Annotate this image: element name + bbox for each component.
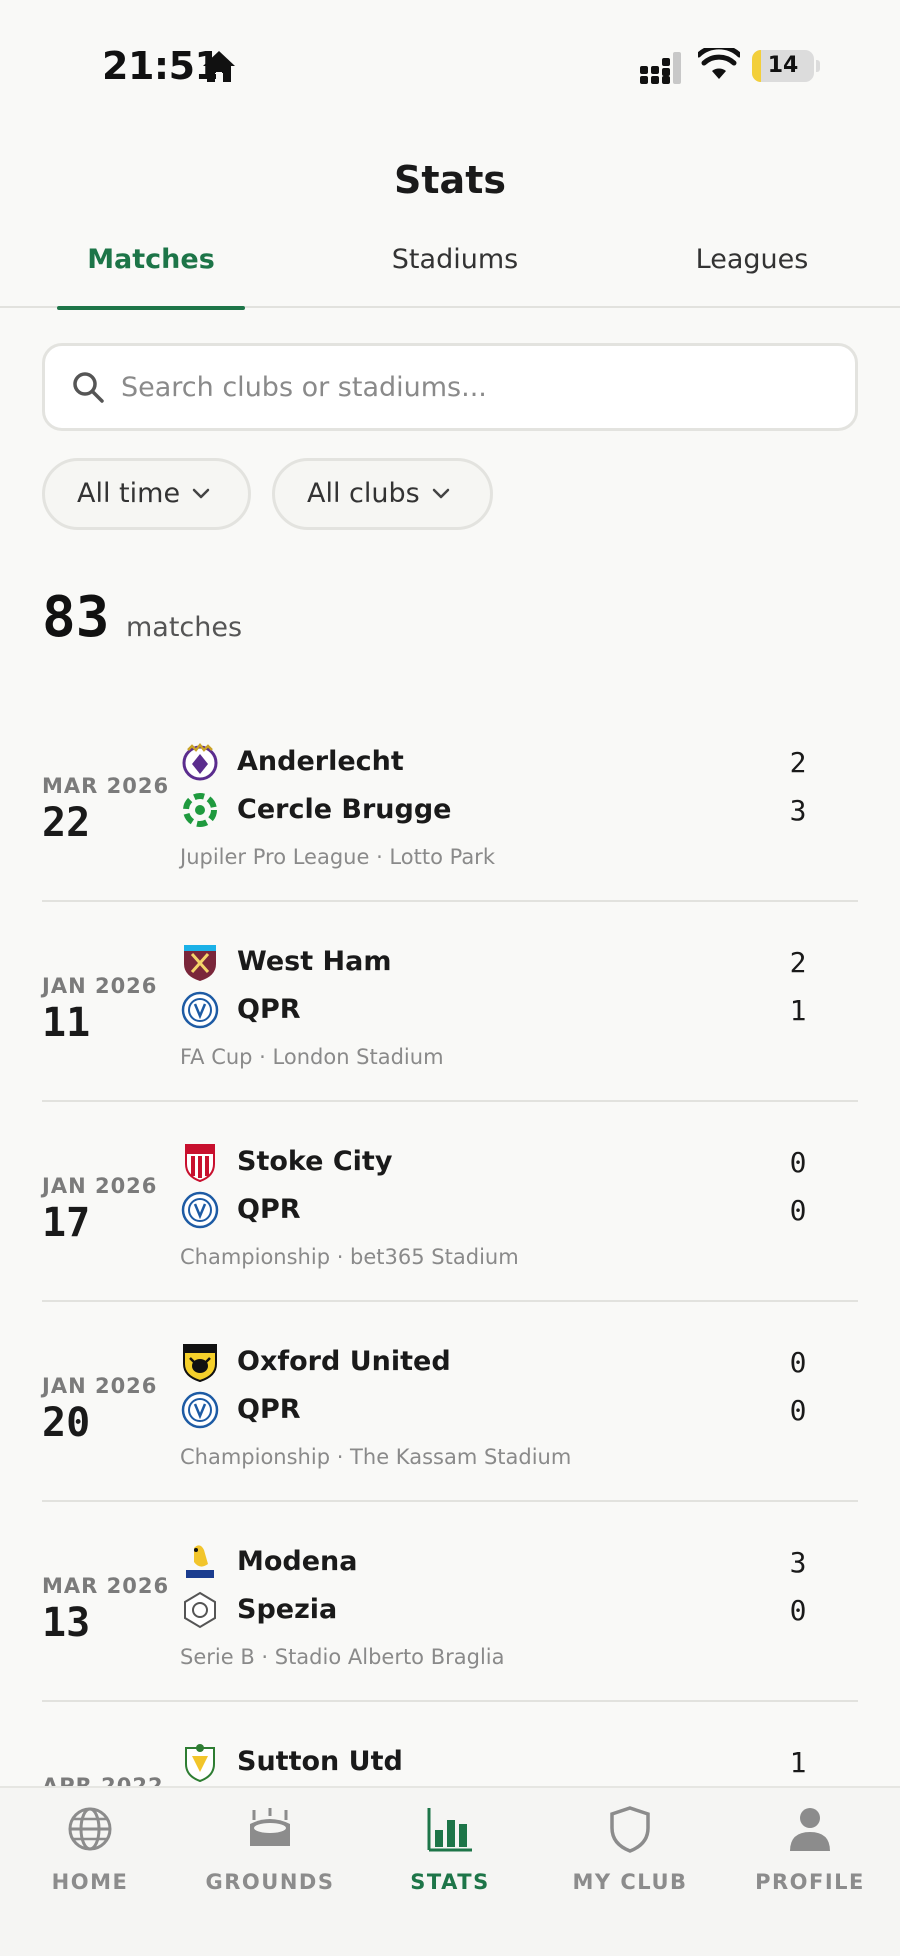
home-icon: [203, 51, 235, 82]
search-box: [42, 343, 858, 431]
match-meta: FA Cup · London Stadium: [180, 1045, 444, 1069]
chevron-down-icon: [432, 488, 450, 499]
match-row[interactable]: JAN 2026 11 West Ham QPR 2 1 FA Cup · Lo…: [42, 902, 858, 1102]
page-title: Stats: [394, 158, 506, 202]
home-team: West Ham: [237, 946, 392, 977]
stadium-icon: [250, 1808, 290, 1846]
time-filter-dropdown[interactable]: All time: [42, 458, 251, 530]
bar-chart-icon: [427, 1808, 472, 1852]
home-team: Sutton Utd: [237, 1746, 403, 1777]
match-count-label: matches: [126, 612, 243, 643]
away-team: QPR: [237, 994, 301, 1025]
home-score: 2: [789, 746, 807, 779]
nav-home-label: HOME: [51, 1870, 129, 1894]
stoke-city-crest-icon: [185, 1144, 215, 1182]
away-score: 0: [789, 1394, 807, 1427]
nav-my-club[interactable]: MY CLUB: [540, 1788, 720, 1918]
away-score: 1: [789, 994, 807, 1027]
away-team: QPR: [237, 1194, 301, 1225]
clubs-filter-label: All clubs: [307, 478, 420, 509]
match-row[interactable]: JAN 2026 20 Oxford United QPR 0 0 Champi…: [42, 1302, 858, 1502]
away-score: 0: [789, 1594, 807, 1627]
match-row[interactable]: JAN 2026 17 Stoke City QPR 0 0 Champions…: [42, 1102, 858, 1302]
anderlecht-crest-icon: [182, 742, 218, 781]
cercle-brugge-crest-icon: [183, 793, 217, 827]
battery-level: 14: [767, 53, 799, 78]
chevron-down-icon: [192, 488, 210, 499]
tab-stadiums[interactable]: Stadiums: [360, 240, 550, 308]
nav-my-club-label: MY CLUB: [572, 1870, 688, 1894]
globe-icon: [68, 1807, 112, 1851]
away-team: QPR: [237, 1394, 301, 1425]
home-score: 0: [789, 1146, 807, 1179]
match-row[interactable]: MAR 2026 22 Anderlecht Cercle Brugge 2 3…: [42, 702, 858, 902]
match-meta: Jupiler Pro League · Lotto Park: [180, 845, 495, 869]
tab-matches[interactable]: Matches: [57, 240, 245, 310]
tab-bar: Matches Stadiums Leagues: [0, 240, 900, 310]
home-score: 1: [789, 1746, 807, 1779]
wifi-icon: [698, 48, 740, 79]
search-icon: [73, 372, 104, 403]
away-team: Cercle Brugge: [237, 794, 452, 825]
oxford-united-crest-icon: [183, 1344, 217, 1382]
away-score: 0: [789, 1194, 807, 1227]
nav-grounds-label: GROUNDS: [205, 1870, 335, 1894]
match-meta: Championship · bet365 Stadium: [180, 1245, 519, 1269]
away-score: 3: [789, 794, 807, 827]
match-day: 22: [42, 800, 91, 846]
match-month: JAN 2026: [42, 974, 158, 998]
home-team: Anderlecht: [237, 746, 404, 777]
home-team: Stoke City: [237, 1146, 393, 1177]
battery-indicator: 14: [752, 50, 820, 82]
west-ham-crest-icon: [184, 945, 216, 981]
qpr-crest-icon: [181, 1391, 219, 1429]
home-score: 0: [789, 1346, 807, 1379]
person-icon: [790, 1808, 830, 1851]
nav-profile[interactable]: PROFILE: [720, 1788, 900, 1918]
modena-crest-icon: [186, 1545, 214, 1578]
match-month: JAN 2026: [42, 1174, 158, 1198]
match-month: MAR 2026: [42, 1574, 170, 1598]
sutton-utd-crest-icon: [185, 1744, 215, 1782]
nav-stats-label: STATS: [410, 1870, 490, 1894]
home-team: Oxford United: [237, 1346, 451, 1377]
match-day: 11: [42, 1000, 91, 1046]
match-day: 13: [42, 1600, 91, 1646]
nav-stats[interactable]: STATS: [360, 1788, 540, 1918]
away-team: Spezia: [237, 1594, 338, 1625]
home-score: 3: [789, 1546, 807, 1579]
qpr-crest-icon: [181, 991, 219, 1029]
match-meta: Serie B · Stadio Alberto Braglia: [180, 1645, 505, 1669]
home-team: Modena: [237, 1546, 358, 1577]
bottom-nav: HOME GROUNDS STATS MY CLUB PROFILE: [0, 1786, 900, 1956]
match-row[interactable]: MAR 2026 13 Modena Spezia 3 0 Serie B · …: [42, 1502, 858, 1702]
cellular-signal-icon: [640, 52, 681, 84]
match-meta: Championship · The Kassam Stadium: [180, 1445, 572, 1469]
shield-icon: [610, 1806, 650, 1853]
match-day: 17: [42, 1200, 91, 1246]
nav-profile-label: PROFILE: [755, 1870, 865, 1894]
match-day: 20: [42, 1400, 91, 1446]
match-month: MAR 2026: [42, 774, 170, 798]
nav-grounds[interactable]: GROUNDS: [180, 1788, 360, 1918]
status-bar: 21:51 14: [0, 0, 900, 130]
match-month: JAN 2026: [42, 1374, 158, 1398]
home-score: 2: [789, 946, 807, 979]
clubs-filter-dropdown[interactable]: All clubs: [272, 458, 493, 530]
tab-leagues[interactable]: Leagues: [672, 240, 832, 308]
search-input[interactable]: [121, 346, 841, 428]
nav-home[interactable]: HOME: [0, 1788, 180, 1918]
spezia-crest-icon: [184, 1591, 216, 1629]
match-count: 83: [42, 585, 110, 650]
qpr-crest-icon: [181, 1191, 219, 1229]
time-filter-label: All time: [77, 478, 181, 509]
